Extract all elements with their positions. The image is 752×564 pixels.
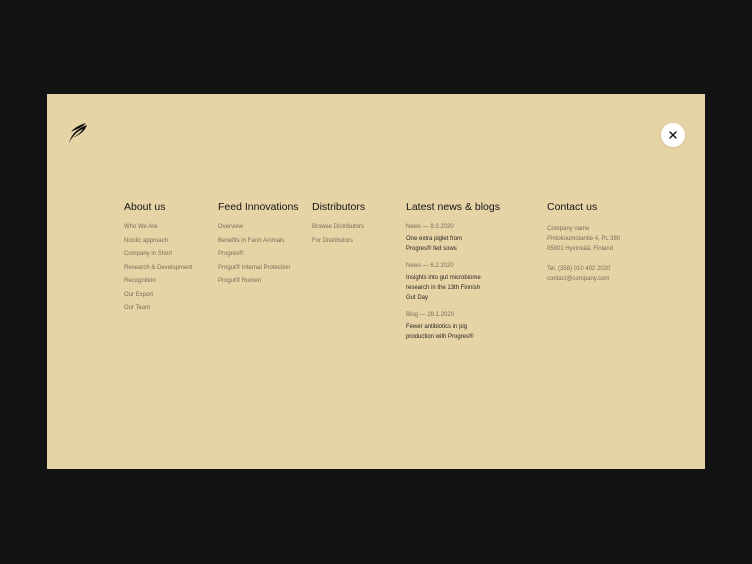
- contact-address-line-2: 05801 Hyvinkää, Finland: [547, 246, 614, 252]
- feed-link-progut-internal[interactable]: Progut® Internal Protection: [218, 265, 299, 272]
- distributors-links: Browse Distributors For Distributors: [312, 224, 365, 245]
- news-meta: News — 9.3.2020: [406, 224, 454, 230]
- feed-column: Feed Innovations Overview Benefits in Fa…: [218, 201, 299, 292]
- feed-heading: Feed Innovations: [218, 201, 299, 213]
- about-link-research[interactable]: Research & Development: [124, 265, 192, 272]
- feed-link-progres[interactable]: Progres®: [218, 251, 299, 258]
- news-meta: Blog — 28.1.2020: [406, 312, 455, 318]
- about-links: Who We Are Nordic approach Company in Sh…: [124, 224, 192, 312]
- news-title[interactable]: Insights into gut microbiome research in…: [406, 273, 488, 303]
- feed-link-overview[interactable]: Overview: [218, 224, 299, 231]
- contact-heading: Contact us: [547, 201, 598, 213]
- news-column: Latest news & blogs News — 9.3.2020 One …: [406, 201, 500, 351]
- about-link-recognition[interactable]: Recognition: [124, 278, 192, 285]
- feed-link-progut-rumen[interactable]: Progut® Rumen: [218, 278, 299, 285]
- distributors-heading: Distributors: [312, 201, 366, 213]
- distributors-link-for[interactable]: For Distributors: [312, 238, 365, 245]
- news-title[interactable]: Fewer antibiotics in pig production with…: [406, 322, 488, 342]
- about-link-company-in-short[interactable]: Company in Short: [124, 251, 192, 258]
- leaf-logo-icon[interactable]: [67, 122, 89, 144]
- about-link-our-export[interactable]: Our Export: [124, 292, 192, 299]
- contact-address-line-1: Pintokuumolantie 4, PL 380: [547, 236, 621, 242]
- about-heading: About us: [124, 201, 166, 213]
- news-item[interactable]: News — 6.2.2020 Insights into gut microb…: [406, 263, 500, 303]
- menu-panel: About us Who We Are Nordic approach Comp…: [47, 94, 705, 469]
- news-heading: Latest news & blogs: [406, 201, 500, 213]
- close-icon: [669, 131, 677, 139]
- distributors-link-browse[interactable]: Browse Distributors: [312, 224, 365, 231]
- contact-company: Company name: [547, 226, 590, 232]
- close-button[interactable]: [661, 123, 685, 147]
- news-item[interactable]: News — 9.3.2020 One extra piglet from Pr…: [406, 224, 500, 254]
- contact-column: Contact us Company name Pintokuumolantie…: [547, 201, 620, 284]
- contact-phone-link[interactable]: Tel. (358) 010 402 2020: [547, 264, 620, 274]
- about-link-nordic-approach[interactable]: Nordic approach: [124, 238, 192, 245]
- about-column: About us Who We Are Nordic approach Comp…: [124, 201, 192, 319]
- news-title[interactable]: One extra piglet from Progres® fed sows: [406, 234, 488, 254]
- news-meta: News — 6.2.2020: [406, 263, 454, 269]
- distributors-column: Distributors Browse Distributors For Dis…: [312, 201, 365, 251]
- contact-spacer: [547, 254, 620, 264]
- about-link-who-we-are[interactable]: Who We Are: [124, 224, 192, 231]
- feed-link-benefits[interactable]: Benefits in Farm Animals: [218, 238, 299, 245]
- news-item[interactable]: Blog — 28.1.2020 Fewer antibiotics in pi…: [406, 312, 500, 342]
- contact-email-link[interactable]: contact@company.com: [547, 274, 620, 284]
- feed-links: Overview Benefits in Farm Animals Progre…: [218, 224, 299, 285]
- about-link-our-team[interactable]: Our Team: [124, 305, 192, 312]
